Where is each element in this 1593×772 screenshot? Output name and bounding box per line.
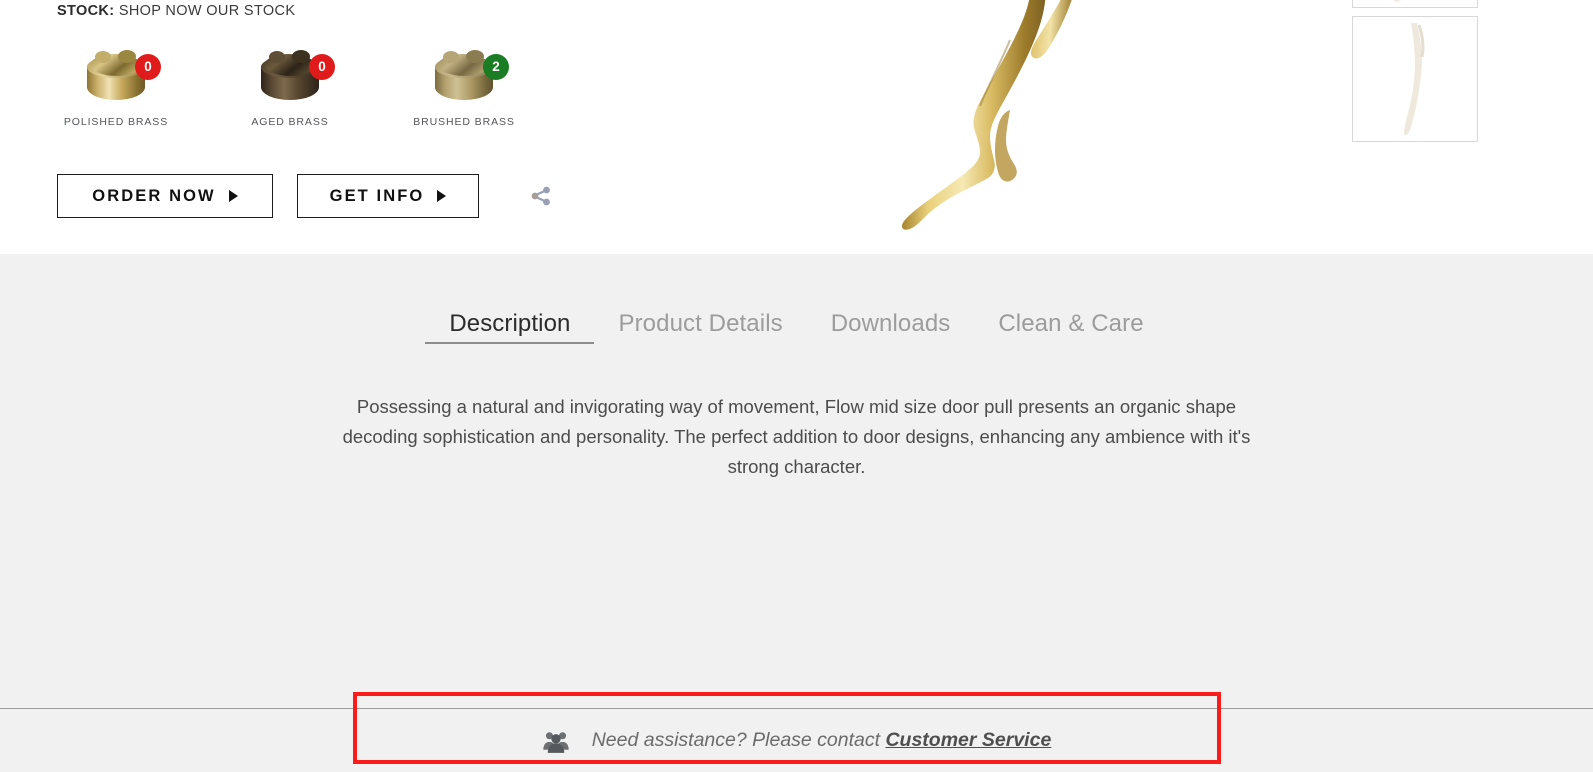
order-now-button[interactable]: ORDER NOW (57, 174, 273, 218)
stock-count-badge: 2 (483, 54, 509, 80)
triangle-right-icon (228, 190, 238, 202)
tab-downloads[interactable]: Downloads (807, 310, 975, 344)
assistance-content: Need assistance? Please contact Customer… (0, 709, 1593, 772)
thumbnail-list (1352, 0, 1478, 142)
stock-count-badge: 0 (309, 54, 335, 80)
stock-availability-line: STOCK: SHOP NOW OUR STOCK (57, 3, 295, 19)
swatch-image-wrap: 0 (79, 44, 161, 106)
share-button[interactable] (526, 181, 556, 211)
get-info-label: GET INFO (329, 186, 425, 205)
thumbnail-item-1[interactable] (1352, 0, 1478, 8)
finish-label: AGED BRASS (251, 116, 329, 128)
finish-label: BRUSHED BRASS (413, 116, 515, 128)
assistance-message-text: Need assistance? Please contact (591, 729, 886, 751)
main-product-image[interactable] (860, 0, 1160, 260)
people-group-icon (543, 731, 569, 753)
order-now-label: ORDER NOW (92, 186, 216, 205)
finish-swatch-aged-brass[interactable]: 0 AGED BRASS (231, 44, 349, 128)
thumbnail-product-image (1403, 23, 1425, 136)
thumbnail-product-image (1394, 0, 1401, 2)
finish-swatch-list: 0 POLISHED BRASS 0 AGED BRASS 2 BRUSHED … (57, 44, 523, 128)
action-button-row: ORDER NOW GET INFO (57, 174, 556, 218)
tab-clean-and-care[interactable]: Clean & Care (974, 310, 1167, 344)
stock-label: STOCK: (57, 3, 115, 19)
stock-value: SHOP NOW OUR STOCK (118, 3, 296, 19)
finish-swatch-brushed-brass[interactable]: 2 BRUSHED BRASS (405, 44, 523, 128)
tab-description[interactable]: Description (425, 310, 595, 344)
tab-bar: Description Product Details Downloads Cl… (0, 310, 1593, 344)
assistance-message: Need assistance? Please contact Customer… (592, 729, 1052, 752)
share-icon (531, 186, 550, 206)
customer-service-link[interactable]: Customer Service (885, 729, 1051, 751)
thumbnail-item-2[interactable] (1352, 16, 1478, 142)
product-tabs-section: Description Product Details Downloads Cl… (0, 254, 1593, 709)
product-page: STOCK: SHOP NOW OUR STOCK 0 POLISHED BRA… (0, 0, 1593, 772)
description-text: Possessing a natural and invigorating wa… (342, 396, 1251, 477)
triangle-right-icon (437, 190, 447, 202)
assistance-bar: Need assistance? Please contact Customer… (0, 709, 1593, 772)
product-info-section: STOCK: SHOP NOW OUR STOCK 0 POLISHED BRA… (0, 0, 1593, 254)
stock-count-badge: 0 (135, 54, 161, 80)
swatch-image-wrap: 2 (427, 44, 509, 106)
tab-product-details[interactable]: Product Details (594, 310, 806, 344)
swatch-image-wrap: 0 (253, 44, 335, 106)
finish-label: POLISHED BRASS (63, 116, 169, 128)
finish-swatch-polished-brass[interactable]: 0 POLISHED BRASS (57, 44, 175, 128)
get-info-button[interactable]: GET INFO (297, 174, 479, 218)
